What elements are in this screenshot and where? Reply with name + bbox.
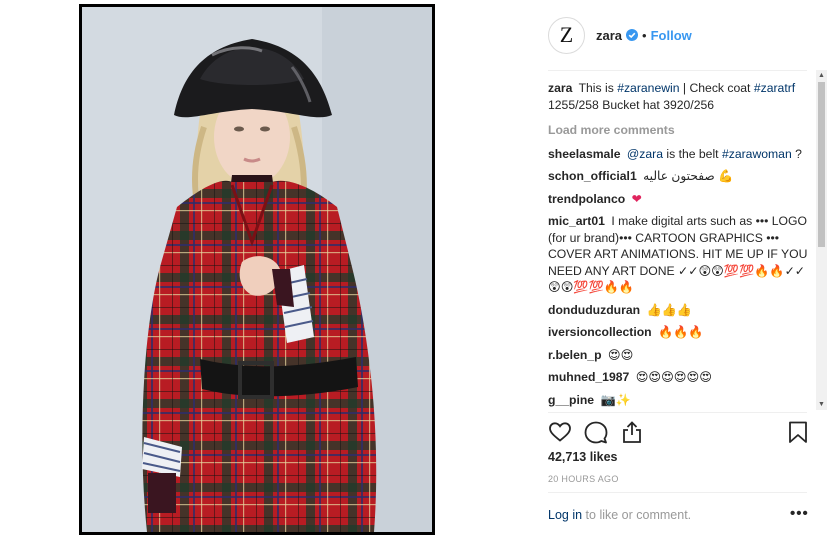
scrollbar-thumb[interactable] <box>818 82 825 247</box>
caption-text-mid: | Check coat <box>682 81 751 95</box>
avatar[interactable]: Z <box>548 16 585 54</box>
comment-item: sheelasmale @zara is the belt #zarawoman… <box>548 146 810 163</box>
heart-icon[interactable] <box>548 420 572 444</box>
comments-scrollbar[interactable]: ▲ ▼ <box>816 70 827 410</box>
post-author[interactable]: zara <box>596 28 622 43</box>
comment-text-tail: ? <box>791 146 802 161</box>
comment-text: ❤ <box>631 191 642 206</box>
caption-author[interactable]: zara <box>548 81 572 95</box>
login-link[interactable]: Log in <box>548 508 582 522</box>
comment-author[interactable]: schon_official1 <box>548 169 637 183</box>
login-prompt: Log in to like or comment. <box>548 508 691 522</box>
post-header: Z zara • Follow <box>548 16 692 54</box>
actions-divider <box>548 412 807 413</box>
likes-count[interactable]: 42,713 likes <box>548 450 618 464</box>
mention-link[interactable]: @zara <box>627 147 663 161</box>
comments-list[interactable]: zara This is #zaranewin | Check coat #za… <box>548 80 810 410</box>
share-icon[interactable] <box>620 420 644 444</box>
hashtag-link[interactable]: #zarawoman <box>722 147 792 161</box>
post-caption: zara This is #zaranewin | Check coat #za… <box>548 80 810 113</box>
scroll-down-arrow-icon[interactable]: ▼ <box>816 399 827 410</box>
caption-text-start: This is <box>578 81 614 95</box>
verified-badge-icon <box>626 29 639 41</box>
login-prompt-text: to like or comment. <box>585 508 692 522</box>
comment-item: schon_official1 صفحتون عاليه 💪 <box>548 168 810 185</box>
post-timestamp[interactable]: 20 HOURS AGO <box>548 474 619 484</box>
comment-item: donduduzduran 👍👍👍 <box>548 302 810 319</box>
comment-author[interactable]: iversioncollection <box>548 325 652 339</box>
post-image <box>82 7 432 532</box>
comment-text: 😍😍😍😍😍😍 <box>635 370 712 384</box>
comment-author[interactable]: muhned_1987 <box>548 370 629 384</box>
comment-item: g__pine 📷✨ <box>548 392 810 409</box>
comment-item: mic_art01 I make digital arts such as ••… <box>548 213 810 296</box>
comment-text: is the belt <box>663 146 722 161</box>
post-photo[interactable] <box>79 4 435 535</box>
bookmark-icon[interactable] <box>786 420 810 444</box>
comment-author[interactable]: mic_art01 <box>548 214 605 228</box>
comment-text: 📷✨ <box>600 392 631 407</box>
comment-item: muhned_1987 😍😍😍😍😍😍 <box>548 369 810 386</box>
comment-icon[interactable] <box>584 420 608 444</box>
comment-author[interactable]: donduduzduran <box>548 303 640 317</box>
comment-author[interactable]: r.belen_p <box>548 348 602 362</box>
comment-item: trendpolanco ❤ <box>548 191 810 208</box>
action-bar <box>548 420 810 446</box>
header-divider <box>548 70 807 71</box>
comment-text: 👍👍👍 <box>646 302 692 317</box>
hashtag-link[interactable]: #zaranewin <box>617 81 679 95</box>
comment-author[interactable]: g__pine <box>548 393 594 407</box>
follow-button[interactable]: Follow <box>651 28 692 43</box>
comment-item: iversioncollection 🔥🔥🔥 <box>548 324 810 341</box>
comment-text: 🔥🔥🔥 <box>658 325 704 339</box>
hashtag-link[interactable]: #zaratrf <box>754 81 795 95</box>
comment-author[interactable]: sheelasmale <box>548 147 621 161</box>
load-more-comments-button[interactable]: Load more comments <box>548 122 810 139</box>
separator-dot: • <box>642 27 647 43</box>
scroll-up-arrow-icon[interactable]: ▲ <box>816 70 827 81</box>
comment-text: صفحتون عاليه 💪 <box>643 169 734 183</box>
comment-text: 😍😍 <box>607 347 634 362</box>
more-options-icon[interactable]: ••• <box>790 505 809 522</box>
comment-author[interactable]: trendpolanco <box>548 192 625 206</box>
footer-divider <box>548 492 807 493</box>
caption-text-end: 1255/258 Bucket hat 3920/256 <box>548 97 715 112</box>
comment-item: r.belen_p 😍😍 <box>548 347 810 364</box>
post-sidebar: Z zara • Follow zara This is #zaranewin … <box>536 0 827 538</box>
